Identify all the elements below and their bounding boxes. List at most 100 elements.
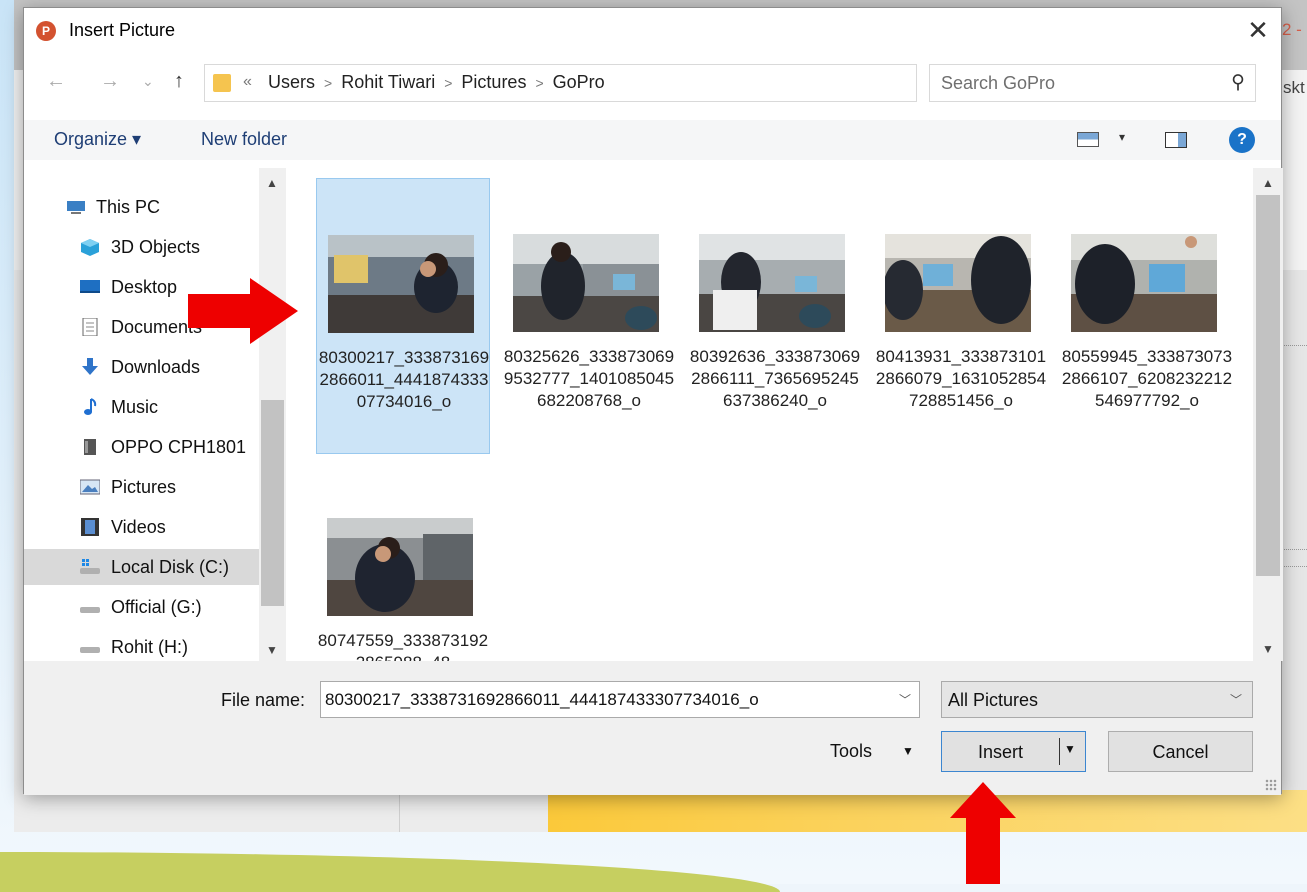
scroll-thumb[interactable] [261, 400, 284, 606]
nav-item-local-disk-c[interactable]: Local Disk (C:) [24, 549, 259, 585]
file-item[interactable]: 80325626_3338730699532777_14010850456822… [502, 178, 676, 454]
navigation-pane: This PC 3D Objects Desktop Documents Dow… [24, 168, 286, 661]
nav-item-label: Pictures [111, 477, 177, 497]
nav-item-videos[interactable]: Videos [24, 509, 259, 545]
dialog-titlebar[interactable]: P Insert Picture ✕ [24, 8, 1281, 54]
search-box[interactable]: Search GoPro ⚲ [929, 64, 1256, 102]
file-item[interactable]: 80300217_3338731692866011_44418743330773… [316, 178, 490, 454]
phone-icon [84, 439, 96, 455]
up-arrow-icon[interactable]: ↑ [174, 70, 184, 93]
caret-down-icon[interactable]: ▼ [902, 744, 914, 758]
scroll-down-icon[interactable]: ▼ [266, 643, 278, 657]
music-icon [84, 398, 97, 415]
file-name-value[interactable]: 80300217_3338731692866011_44418743330773… [325, 690, 759, 710]
nav-item-official-g[interactable]: Official (G:) [24, 589, 259, 625]
cube-icon [81, 239, 99, 256]
nav-item-label: OPPO CPH1801 [111, 437, 247, 457]
guide-line [1284, 566, 1307, 567]
file-name-label: 80300217_3338731692866011_44418743330773… [318, 348, 490, 411]
file-list: 80300217_3338731692866011_44418743330773… [286, 168, 1253, 661]
nav-item-label: Videos [111, 517, 166, 537]
chevron-right-icon[interactable]: > [444, 75, 452, 91]
nav-item-label: Rohit (H:) [111, 637, 189, 657]
file-type-select[interactable]: All Pictures ﹀ [941, 681, 1253, 718]
nav-item-music[interactable]: Music [24, 389, 259, 425]
insert-picture-dialog: P Insert Picture ✕ ← → ⌄ ↑ « Users > Rohit… [23, 7, 1283, 795]
search-placeholder[interactable]: Search GoPro [941, 73, 1055, 94]
nav-item-3d-objects[interactable]: 3D Objects [24, 229, 259, 265]
nav-item-pictures[interactable]: Pictures [24, 469, 259, 505]
organize-button[interactable]: Organize ▾ [54, 129, 141, 150]
document-icon [82, 318, 98, 336]
slide-canvas [548, 790, 1307, 832]
insert-button[interactable]: Insert ▼ [941, 731, 1086, 772]
breadcrumb-users[interactable]: Users [268, 72, 315, 92]
nav-item-downloads[interactable]: Downloads [24, 349, 259, 385]
image-thumbnail [699, 234, 845, 332]
nav-item-label: Music [111, 397, 159, 417]
file-list-scrollbar[interactable]: ▲ ▼ [1253, 168, 1283, 661]
drive-icon [80, 607, 100, 613]
scroll-down-icon[interactable]: ▼ [1262, 642, 1274, 656]
insert-options-icon[interactable]: ▼ [1064, 742, 1076, 756]
desktop-icon [80, 280, 100, 293]
file-item[interactable]: 80559945_3338730732866107_62082322125469… [1060, 178, 1234, 454]
chevron-down-icon[interactable]: ﹀ [1230, 691, 1242, 708]
preview-pane-icon[interactable] [1165, 132, 1187, 148]
scroll-up-icon[interactable]: ▲ [266, 176, 278, 190]
cancel-button[interactable]: Cancel [1108, 731, 1253, 772]
nav-scrollbar[interactable]: ▲ ▼ [259, 168, 286, 661]
right-arrow-annotation-icon [188, 278, 298, 344]
scroll-thumb[interactable] [1256, 195, 1280, 576]
view-options-icon[interactable] [1077, 132, 1099, 147]
pictures-icon [80, 479, 100, 495]
insert-button-label[interactable]: Insert [942, 742, 1059, 763]
file-item[interactable]: 80747559_3338731922865988_48 [316, 464, 490, 661]
file-name-label: 80747559_3338731922865988_48 [317, 631, 489, 661]
chevron-down-icon[interactable]: ▾ [1119, 130, 1125, 144]
forward-arrow-icon[interactable]: → [100, 70, 120, 93]
back-arrow-icon[interactable]: ← [46, 70, 66, 93]
breadcrumb-gopro[interactable]: GoPro [553, 72, 605, 92]
file-name-label: 80325626_3338730699532777_14010850456822… [503, 347, 675, 410]
breadcrumb-pictures[interactable]: Pictures [461, 72, 526, 92]
nav-item-label: 3D Objects [111, 237, 201, 257]
image-thumbnail [328, 235, 474, 333]
guide-line [1284, 345, 1307, 346]
breadcrumb: Users > Rohit Tiwari > Pictures > GoPro [268, 72, 605, 93]
split-divider [1059, 738, 1060, 765]
image-thumbnail [885, 234, 1031, 332]
file-item[interactable]: 80413931_3338731012866079_16310528547288… [874, 178, 1048, 454]
address-bar[interactable]: « Users>Rohit Tiwari>Pictures>GoPro ⌄ ↻ [204, 64, 1080, 102]
chevron-right-icon[interactable]: > [535, 75, 543, 91]
nav-item-label: Downloads [111, 357, 201, 377]
close-button[interactable]: ✕ [1235, 8, 1281, 54]
tools-button[interactable]: Tools [830, 741, 872, 762]
image-thumbnail [513, 234, 659, 332]
file-name-field-label: File name: [221, 690, 306, 710]
recent-locations-icon[interactable]: ⌄ [142, 73, 154, 90]
cancel-button-label[interactable]: Cancel [1109, 742, 1252, 763]
scroll-up-icon[interactable]: ▲ [1262, 176, 1274, 190]
file-item[interactable]: 80392636_3338730692866111_73656952456373… [688, 178, 862, 454]
videos-icon [81, 518, 99, 536]
search-icon[interactable]: ⚲ [1231, 71, 1245, 94]
chevron-right-icon[interactable]: > [324, 75, 332, 91]
ribbon-text-fragment: skt [1283, 78, 1305, 97]
nav-item-rohit-h[interactable]: Rohit (H:) [24, 629, 259, 661]
nav-item-oppo-cph1801[interactable]: OPPO CPH1801 [24, 429, 259, 465]
overflow-chevron-icon[interactable]: « [243, 73, 252, 91]
nav-item-this-pc[interactable]: This PC [24, 189, 259, 225]
file-type-value: All Pictures [948, 690, 1039, 710]
help-icon[interactable]: ? [1229, 127, 1255, 153]
file-name-label: 80392636_3338730692866111_73656952456373… [689, 347, 861, 410]
computer-icon [67, 201, 85, 214]
new-folder-button[interactable]: New folder [201, 129, 287, 150]
chevron-down-icon[interactable]: ﹀ [899, 691, 911, 708]
address-row: ← → ⌄ ↑ « Users > Rohit Tiwari > Pictures > Go… [24, 64, 1281, 104]
drive-icon [80, 559, 100, 574]
resize-grip-icon[interactable] [1265, 779, 1277, 791]
breadcrumb-rohit-tiwari[interactable]: Rohit Tiwari [341, 72, 435, 92]
file-name-input[interactable]: 80300217_3338731692866011_44418743330773… [320, 681, 920, 718]
up-arrow-annotation-icon [950, 782, 1016, 884]
